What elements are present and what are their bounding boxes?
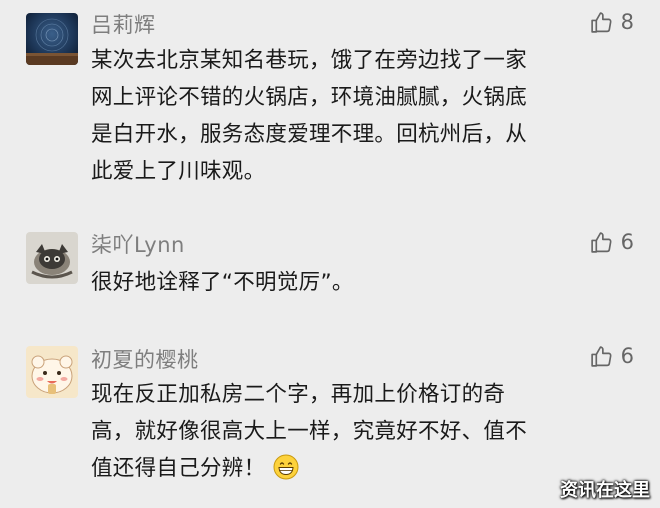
comment-author[interactable]: 柒吖Lynn: [91, 229, 185, 259]
thumbs-up-icon: [590, 231, 612, 253]
comment-item: 柒吖Lynn 6 很好地诠释了“不明觉厉”。: [0, 210, 660, 325]
like-count: 8: [620, 10, 634, 34]
like-count: 6: [620, 344, 634, 368]
like-button[interactable]: 6: [589, 227, 634, 257]
like-count: 6: [620, 230, 634, 254]
comment-author[interactable]: 初夏的樱桃: [91, 344, 199, 374]
thumbs-up-icon: [590, 11, 612, 33]
comment-item: 吕莉辉 8 某次去北京某知名巷玩，饿了在旁边找了一家 网上评论不错的火锅店，环境…: [0, 0, 660, 210]
comment-text: 很好地诠释了“不明觉厉”。: [91, 270, 354, 295]
like-button[interactable]: 6: [589, 341, 634, 371]
watermark: 资讯在这里: [560, 480, 650, 501]
comment-text: 某次去北京某知名巷玩，饿了在旁边找了一家 网上评论不错的火锅店，环境油腻腻，火锅…: [91, 48, 528, 184]
thumbs-up-icon: [590, 345, 612, 367]
comment-text: 现在反正加私房二个字，再加上价格订的奇 高，就好像很高大上一样，究竟好不好、值不…: [91, 382, 528, 481]
avatar[interactable]: [26, 13, 78, 65]
avatar[interactable]: [26, 232, 78, 284]
comment-author[interactable]: 吕莉辉: [91, 9, 156, 39]
like-button[interactable]: 8: [589, 7, 634, 37]
grinning-face-icon: [273, 454, 299, 480]
avatar[interactable]: [26, 346, 78, 398]
